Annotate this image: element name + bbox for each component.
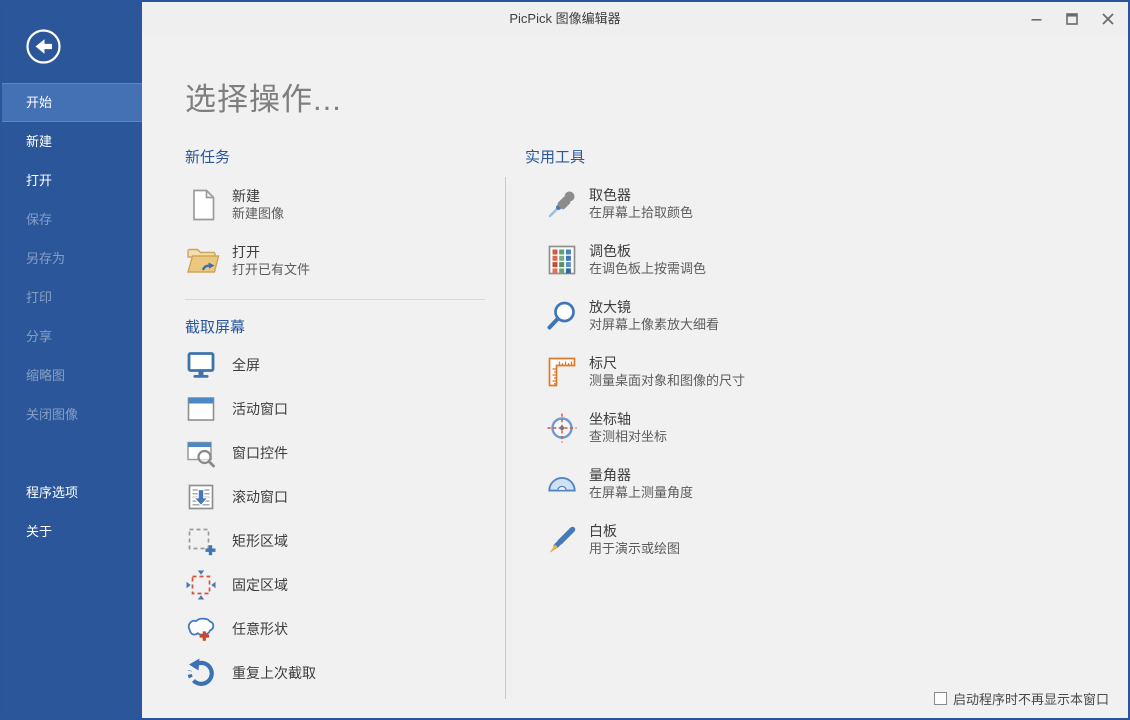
- sidebar-item-print: 打印: [2, 278, 142, 317]
- sidebar-item-open[interactable]: 打开: [2, 161, 142, 200]
- vertical-divider: [505, 177, 506, 699]
- capture-repeat-last[interactable]: 重复上次截取: [185, 657, 485, 689]
- fixed-region-icon: [185, 569, 217, 601]
- tool-title: 标尺: [589, 355, 745, 372]
- sidebar-menu: 开始 新建 打开 保存 另存为 打印 分享 缩略图 关闭图像: [2, 83, 142, 434]
- sidebar-item-start[interactable]: 开始: [2, 83, 142, 122]
- scrolling-window-icon: [185, 481, 217, 513]
- sidebar-item-close-image: 关闭图像: [2, 395, 142, 434]
- back-button[interactable]: [25, 28, 62, 65]
- tool-whiteboard[interactable]: 白板 用于演示或绘图: [525, 521, 945, 559]
- sidebar-item-about[interactable]: 关于: [2, 512, 142, 551]
- sidebar: 开始 新建 打开 保存 另存为 打印 分享 缩略图 关闭图像 程序选项 关于: [2, 2, 142, 718]
- section-header-new-tasks: 新任务: [185, 146, 485, 167]
- capture-rectangle-region[interactable]: 矩形区域: [185, 525, 485, 557]
- back-arrow-icon: [25, 28, 62, 65]
- capture-label: 窗口控件: [232, 443, 288, 463]
- tool-title: 白板: [589, 523, 680, 540]
- picpick-window: PicPick 图像编辑器: [0, 0, 1130, 720]
- crosshair-icon: [546, 412, 578, 444]
- action-open[interactable]: 打开 打开已有文件: [185, 243, 485, 279]
- tool-crosshair[interactable]: 坐标轴 查测相对坐标: [525, 409, 945, 447]
- maximize-button[interactable]: [1054, 5, 1090, 33]
- color-palette-icon: [546, 244, 578, 276]
- repeat-last-capture-icon: [185, 657, 217, 689]
- dont-show-again-checkbox[interactable]: [934, 692, 947, 705]
- action-title: 打开: [232, 244, 310, 261]
- page-title: 选择操作...: [185, 74, 342, 119]
- sidebar-item-thumbnail: 缩略图: [2, 356, 142, 395]
- color-picker-icon: [546, 188, 578, 220]
- capture-label: 活动窗口: [232, 399, 288, 419]
- tool-subtitle: 用于演示或绘图: [589, 540, 680, 558]
- fullscreen-icon: [185, 349, 217, 381]
- minimize-icon: [1031, 14, 1042, 25]
- capture-fullscreen[interactable]: 全屏: [185, 349, 485, 381]
- action-subtitle: 新建图像: [232, 205, 284, 223]
- sidebar-item-save-as: 另存为: [2, 239, 142, 278]
- ruler-icon: [546, 356, 578, 388]
- capture-label: 任意形状: [232, 619, 288, 639]
- tool-title: 调色板: [589, 243, 706, 260]
- capture-window-control[interactable]: 窗口控件: [185, 437, 485, 469]
- tool-color-palette[interactable]: 调色板 在调色板上按需调色: [525, 241, 945, 279]
- tool-title: 放大镜: [589, 299, 719, 316]
- tool-magnifier[interactable]: 放大镜 对屏幕上像素放大细看: [525, 297, 945, 335]
- capture-fixed-region[interactable]: 固定区域: [185, 569, 485, 601]
- sidebar-item-program-options[interactable]: 程序选项: [2, 473, 142, 512]
- tool-subtitle: 对屏幕上像素放大细看: [589, 316, 719, 334]
- tool-title: 坐标轴: [589, 411, 667, 428]
- close-button[interactable]: [1090, 5, 1126, 33]
- title-bar: PicPick 图像编辑器: [2, 2, 1128, 36]
- tool-subtitle: 在屏幕上拾取颜色: [589, 204, 693, 222]
- left-column: 新任务 新建 新建图像: [185, 146, 485, 689]
- capture-label: 固定区域: [232, 575, 288, 595]
- open-folder-icon: [185, 243, 221, 279]
- tool-ruler[interactable]: 标尺 测量桌面对象和图像的尺寸: [525, 353, 945, 391]
- sidebar-footer-menu: 程序选项 关于: [2, 473, 142, 551]
- tool-subtitle: 测量桌面对象和图像的尺寸: [589, 372, 745, 390]
- tool-color-picker[interactable]: 取色器 在屏幕上拾取颜色: [525, 185, 945, 223]
- tool-subtitle: 在调色板上按需调色: [589, 260, 706, 278]
- capture-label: 矩形区域: [232, 531, 288, 551]
- tool-title: 量角器: [589, 467, 693, 484]
- capture-label: 全屏: [232, 355, 260, 375]
- section-divider: [185, 299, 485, 300]
- window-title: PicPick 图像编辑器: [2, 2, 1128, 36]
- maximize-icon: [1066, 13, 1078, 25]
- capture-freeform[interactable]: 任意形状: [185, 613, 485, 645]
- capture-label: 重复上次截取: [232, 663, 316, 683]
- active-window-icon: [185, 393, 217, 425]
- tool-protractor[interactable]: 量角器 在屏幕上测量角度: [525, 465, 945, 503]
- minimize-button[interactable]: [1018, 5, 1054, 33]
- action-title: 新建: [232, 188, 284, 205]
- section-header-screen-capture: 截取屏幕: [185, 316, 485, 337]
- section-header-tools: 实用工具: [525, 146, 945, 167]
- action-new[interactable]: 新建 新建图像: [185, 187, 485, 223]
- capture-scrolling-window[interactable]: 滚动窗口: [185, 481, 485, 513]
- freeform-region-icon: [185, 613, 217, 645]
- tool-subtitle: 查测相对坐标: [589, 428, 667, 446]
- rectangle-region-icon: [185, 525, 217, 557]
- whiteboard-pen-icon: [546, 524, 578, 556]
- window-control-icon: [185, 437, 217, 469]
- sidebar-item-save: 保存: [2, 200, 142, 239]
- sidebar-item-share: 分享: [2, 317, 142, 356]
- tool-subtitle: 在屏幕上测量角度: [589, 484, 693, 502]
- protractor-icon: [546, 468, 578, 500]
- sidebar-item-new[interactable]: 新建: [2, 122, 142, 161]
- window-controls: [1018, 2, 1126, 36]
- dont-show-again-option[interactable]: 启动程序时不再显示本窗口: [934, 689, 1109, 708]
- new-file-icon: [185, 187, 221, 223]
- action-subtitle: 打开已有文件: [232, 261, 310, 279]
- close-icon: [1102, 13, 1114, 25]
- tool-title: 取色器: [589, 187, 693, 204]
- capture-active-window[interactable]: 活动窗口: [185, 393, 485, 425]
- right-column: 实用工具 取色器 在屏幕上拾取颜色: [525, 146, 945, 559]
- capture-label: 滚动窗口: [232, 487, 288, 507]
- magnifier-icon: [546, 300, 578, 332]
- dont-show-again-label: 启动程序时不再显示本窗口: [953, 689, 1109, 708]
